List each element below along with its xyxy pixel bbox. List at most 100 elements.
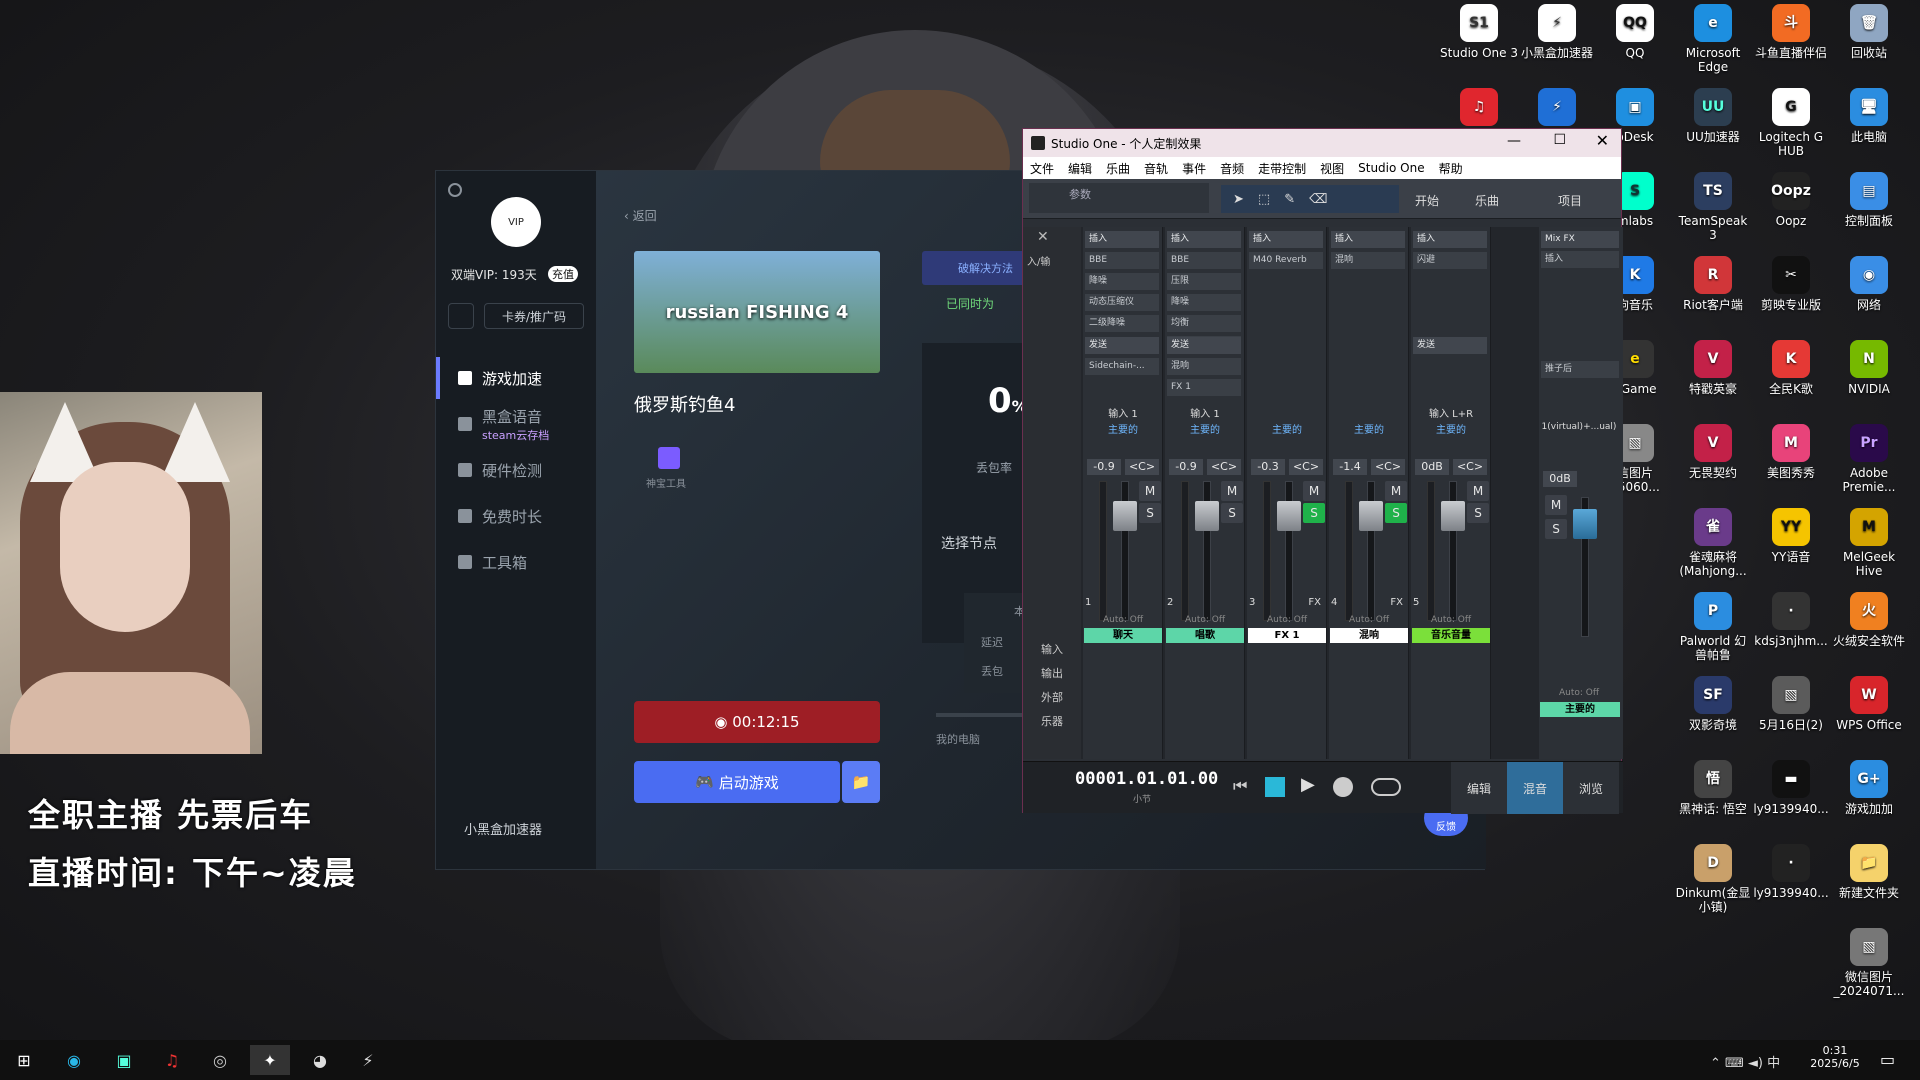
mix-fx-header[interactable]: Mix FX (1541, 231, 1619, 248)
desktop-icon[interactable]: UU UU加速器 (1674, 88, 1752, 166)
folder-button[interactable]: 📁 (842, 761, 880, 803)
avatar[interactable]: VIP (491, 197, 541, 247)
desktop-icon[interactable]: 雀雀魂麻将 (Mahjong... (1674, 508, 1752, 586)
master-volume[interactable]: 0dB (1543, 471, 1577, 487)
desktop-icon[interactable]: P Palworld 幻兽帕鲁 (1674, 592, 1752, 670)
channel-pan[interactable]: <C> (1453, 459, 1487, 475)
notice-banner[interactable]: 破解决方法 (922, 251, 1022, 285)
channel-input[interactable]: 输入 1 (1085, 407, 1161, 423)
uu-taskbar-icon[interactable]: ▣ (104, 1045, 144, 1075)
insert-header[interactable]: 插入 (1167, 231, 1241, 248)
loop-icon[interactable] (1371, 778, 1401, 796)
menu-item[interactable]: Studio One (1351, 161, 1431, 175)
channel-volume[interactable]: -0.3 (1251, 459, 1285, 475)
mail-icon[interactable] (448, 303, 474, 329)
insert-header[interactable]: 插入 (1085, 231, 1159, 248)
channel-volume[interactable]: -1.4 (1333, 459, 1367, 475)
desktop-icon[interactable]: W WPS Office (1830, 676, 1908, 754)
channel-pan[interactable]: <C> (1125, 459, 1159, 475)
solo-button[interactable]: S (1467, 503, 1489, 523)
back-link[interactable]: ‹ 返回 (624, 207, 657, 224)
pencil-tool-icon[interactable]: ✎ (1284, 192, 1295, 207)
side-io-label[interactable]: 输入 (1041, 641, 1063, 657)
song-button[interactable]: 乐曲 (1475, 192, 1499, 209)
desktop-icon[interactable]: TS TeamSpeak 3 (1674, 172, 1752, 250)
stop-accel-button[interactable]: ◉ 00:12:15 (634, 701, 880, 743)
automation-mode[interactable]: Auto: Off (1085, 612, 1161, 628)
nav-item[interactable]: 工具箱 (436, 541, 596, 583)
master-insert[interactable]: 插入 (1541, 251, 1619, 268)
coupon-button[interactable]: 卡券/推广码 (484, 303, 584, 329)
eraser-tool-icon[interactable]: ⌫ (1309, 192, 1327, 207)
desktop-icon[interactable]: YY YY语音 (1752, 508, 1830, 586)
insert-slot[interactable]: 降噪 (1085, 273, 1159, 290)
channel-name[interactable]: 唱歌 (1166, 628, 1244, 643)
send-slot[interactable]: 混响 (1167, 358, 1241, 375)
insert-slot[interactable]: 闪避 (1413, 252, 1487, 269)
channel-volume[interactable]: 0dB (1415, 459, 1449, 475)
qq-taskbar-icon[interactable]: ◕ (300, 1045, 340, 1075)
insert-slot[interactable]: 均衡 (1167, 315, 1241, 332)
menu-item[interactable]: 文件 (1023, 160, 1061, 177)
channel-input[interactable] (1331, 407, 1407, 423)
project-button[interactable]: 项目 (1558, 192, 1582, 209)
master-send[interactable]: 推子后 (1541, 361, 1619, 378)
maximize-icon[interactable]: ☐ (1553, 132, 1566, 148)
channel-output[interactable]: 主要的 (1167, 423, 1243, 439)
insert-slot[interactable]: 混响 (1331, 252, 1405, 269)
master-name[interactable]: 主要的 (1540, 702, 1620, 717)
channel-output[interactable]: 主要的 (1085, 423, 1161, 439)
channel-name[interactable]: 混响 (1330, 628, 1408, 643)
channel-name[interactable]: 聊天 (1084, 628, 1162, 643)
channel-name[interactable]: 音乐音量 (1412, 628, 1490, 643)
play-icon[interactable]: ▶ (1301, 774, 1315, 795)
desktop-icon[interactable]: 🗑 回收站 (1830, 4, 1908, 82)
insert-slot[interactable]: M40 Reverb (1249, 252, 1323, 269)
desktop-icon[interactable]: G Logitech G HUB (1752, 88, 1830, 166)
desktop-icon[interactable]: ▧ 5月16日(2) (1752, 676, 1830, 754)
nav-item[interactable]: 黑盒语音 steam云存档 (436, 403, 596, 445)
desktop-icon[interactable]: R Riot客户端 (1674, 256, 1752, 334)
insert-header[interactable]: 插入 (1249, 231, 1323, 248)
channel-pan[interactable]: <C> (1371, 459, 1405, 475)
master-solo[interactable]: S (1545, 519, 1567, 539)
desktop-icon[interactable]: M 美图秀秀 (1752, 424, 1830, 502)
time-display[interactable]: 00001.01.01.00 (1075, 769, 1218, 789)
desktop-icon[interactable]: 悟黑神话: 悟空 (1674, 760, 1752, 838)
desktop-icon[interactable]: M MelGeek Hive (1830, 508, 1908, 586)
channel-output[interactable]: 主要的 (1413, 423, 1489, 439)
channel-output[interactable]: 主要的 (1249, 423, 1325, 439)
solo-button[interactable]: S (1221, 503, 1243, 523)
mute-button[interactable]: M (1303, 481, 1325, 501)
channel-name[interactable]: FX 1 (1248, 628, 1326, 643)
notification-icon[interactable]: ▭ (1880, 1050, 1895, 1069)
desktop-icon[interactable]: e Microsoft Edge (1674, 4, 1752, 82)
desktop-icon[interactable]: SF 双影奇境 (1674, 676, 1752, 754)
menu-item[interactable]: 帮助 (1432, 160, 1470, 177)
mute-button[interactable]: M (1221, 481, 1243, 501)
send-header[interactable]: 发送 (1167, 337, 1241, 354)
clock[interactable]: 0:31 2025/6/5 (1800, 1044, 1870, 1070)
solo-button[interactable]: S (1303, 503, 1325, 523)
minimize-icon[interactable]: — (1507, 133, 1521, 149)
studio-one-taskbar-icon[interactable]: ✦ (250, 1045, 290, 1075)
io-toggle[interactable]: 入/输 (1027, 253, 1050, 268)
edge-taskbar-icon[interactable]: ◉ (54, 1045, 94, 1075)
nav-item[interactable]: 免费时长 (436, 495, 596, 537)
mute-button[interactable]: M (1467, 481, 1489, 501)
menu-item[interactable]: 视图 (1313, 160, 1351, 177)
channel-pan[interactable]: <C> (1207, 459, 1241, 475)
master-mute[interactable]: M (1545, 495, 1567, 515)
channel-pan[interactable]: <C> (1289, 459, 1323, 475)
desktop-icon[interactable]: V 特戳英豪 (1674, 340, 1752, 418)
menu-item[interactable]: 音频 (1213, 160, 1251, 177)
desktop-icon[interactable]: Oopz Oopz (1752, 172, 1830, 250)
start-icon[interactable]: ⊞ (4, 1045, 44, 1075)
view-tab[interactable]: 混音 (1507, 762, 1563, 814)
desktop-icon[interactable]: S1 Studio One 3 (1440, 4, 1518, 82)
solo-button[interactable]: S (1139, 503, 1161, 523)
automation-mode[interactable]: Auto: Off (1167, 612, 1243, 628)
rewind-icon[interactable]: ⏮ (1233, 776, 1247, 796)
desktop-icon[interactable]: ▤ 控制面板 (1830, 172, 1908, 250)
send-slot[interactable]: Sidechain-... (1085, 358, 1159, 375)
